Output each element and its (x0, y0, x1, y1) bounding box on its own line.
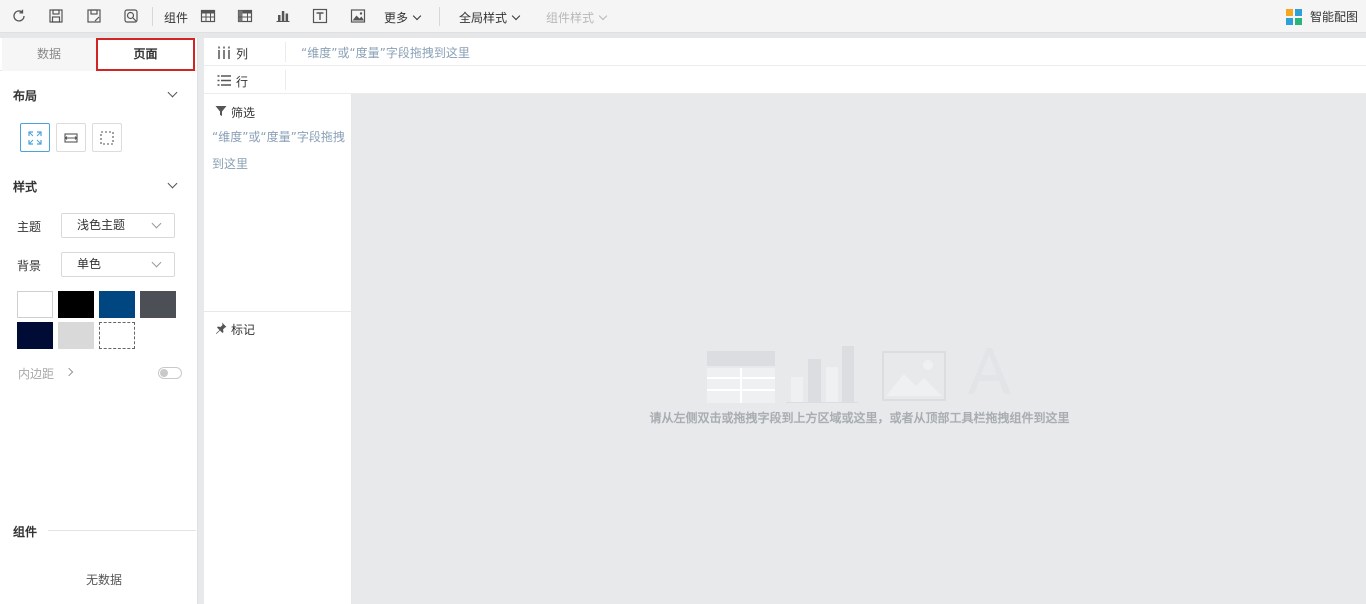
no-data-text: 无数据 (85, 573, 122, 587)
style-section-title: 样式 (13, 180, 38, 194)
inner-padding-label: 内边距 (18, 367, 55, 381)
pin-icon (216, 322, 227, 334)
top-toolbar: 组件 更多 全局样式 组件样式 智能配图 (0, 0, 1366, 33)
columns-label: 列 (236, 47, 249, 61)
chevron-down-icon (412, 11, 422, 21)
columns-icon (218, 46, 230, 59)
more-label: 更多 (384, 11, 409, 25)
color-swatch-gray[interactable] (140, 291, 176, 318)
layout-section-title: 布局 (13, 89, 38, 103)
panel-divider (204, 311, 352, 312)
image-placeholder-icon (882, 351, 946, 401)
section-divider (48, 530, 196, 531)
color-swatch-transparent[interactable] (99, 322, 135, 349)
toolbar-divider (152, 7, 153, 26)
filter-title: 筛选 (231, 106, 256, 120)
tab-page[interactable]: 页面 (96, 38, 195, 71)
filter-marks-panel: 筛选 “维度”或“度量”字段拖拽到这里 标记 (204, 94, 352, 604)
component-style-label: 组件样式 (546, 11, 595, 25)
dashed-frame-icon (100, 130, 114, 145)
bar-placeholder-icon (786, 346, 858, 403)
background-select[interactable]: 单色 (61, 252, 175, 277)
background-select-value: 单色 (77, 257, 102, 271)
crosstab-icon[interactable] (236, 7, 254, 25)
canvas-area[interactable]: 请从左侧双击或拖拽字段到上方区域或这里，或者从顶部工具栏拖拽组件到这里 (353, 94, 1366, 604)
fit-width-icon (64, 132, 78, 143)
filter-icon (215, 106, 227, 116)
rows-label: 行 (236, 75, 249, 89)
color-swatch-black[interactable] (58, 291, 94, 318)
component-style-menu[interactable]: 组件样式 (546, 9, 608, 26)
bar-chart-icon[interactable] (274, 7, 292, 25)
global-style-menu[interactable]: 全局样式 (459, 9, 521, 26)
text-placeholder-icon (968, 348, 1011, 394)
global-style-label: 全局样式 (459, 11, 508, 25)
filter-drop-hint[interactable]: “维度”或“度量”字段拖拽到这里 (212, 124, 350, 178)
theme-label: 主题 (17, 220, 42, 234)
columns-drop-hint: “维度”或“度量”字段拖拽到这里 (301, 46, 470, 60)
save-icon[interactable] (47, 7, 65, 25)
shelf-divider (285, 42, 286, 62)
smart-chart-label: 智能配图 (1310, 10, 1359, 24)
chevron-down-icon (151, 218, 162, 229)
color-swatch-white[interactable] (17, 291, 53, 318)
more-menu[interactable]: 更多 (384, 9, 422, 26)
rows-shelf[interactable]: 行 (204, 66, 1366, 94)
chevron-down-icon (511, 11, 521, 21)
background-label: 背景 (17, 259, 42, 273)
chevron-down-icon (151, 257, 162, 268)
color-swatch-blue[interactable] (99, 291, 135, 318)
text-component-icon[interactable] (311, 7, 329, 25)
preview-icon[interactable] (122, 7, 140, 25)
color-swatch-light-gray[interactable] (58, 322, 94, 349)
layout-actual-size-button[interactable] (92, 123, 122, 152)
chevron-down-icon (598, 11, 608, 21)
left-panel: 数据 页面 布局 样式 主题 浅色主题 背景 单色 内边距 组件 无数据 (0, 38, 198, 604)
rows-icon (217, 75, 231, 86)
theme-select[interactable]: 浅色主题 (61, 213, 175, 238)
chevron-down-icon[interactable] (167, 87, 178, 98)
components-section-title: 组件 (13, 525, 38, 539)
toolbar-divider (439, 7, 440, 26)
table-icon[interactable] (199, 7, 217, 25)
panel-tabs: 数据 页面 (0, 38, 198, 71)
shelf-divider (285, 70, 286, 90)
theme-select-value: 浅色主题 (77, 218, 126, 232)
save-as-icon[interactable] (85, 7, 103, 25)
tab-data[interactable]: 数据 (2, 38, 96, 71)
color-swatch-navy[interactable] (17, 322, 53, 349)
smart-chart-button[interactable]: 智能配图 (1286, 8, 1358, 25)
chevron-down-icon[interactable] (167, 178, 178, 189)
smart-chart-logo-icon (1286, 8, 1302, 25)
component-label: 组件 (164, 11, 189, 25)
chevron-right-icon[interactable] (64, 367, 74, 377)
marks-title: 标记 (231, 323, 256, 337)
expand-icon (28, 130, 42, 145)
inner-padding-toggle[interactable] (158, 367, 182, 379)
image-component-icon[interactable] (349, 7, 367, 25)
columns-shelf[interactable]: 列 “维度”或“度量”字段拖拽到这里 (204, 38, 1366, 66)
refresh-icon[interactable] (10, 7, 28, 25)
canvas-drop-hint: 请从左侧双击或拖拽字段到上方区域或这里，或者从顶部工具栏拖拽组件到这里 (649, 411, 1070, 425)
layout-fit-button[interactable] (20, 123, 50, 152)
table-placeholder-icon (707, 351, 775, 403)
layout-fit-width-button[interactable] (56, 123, 86, 152)
